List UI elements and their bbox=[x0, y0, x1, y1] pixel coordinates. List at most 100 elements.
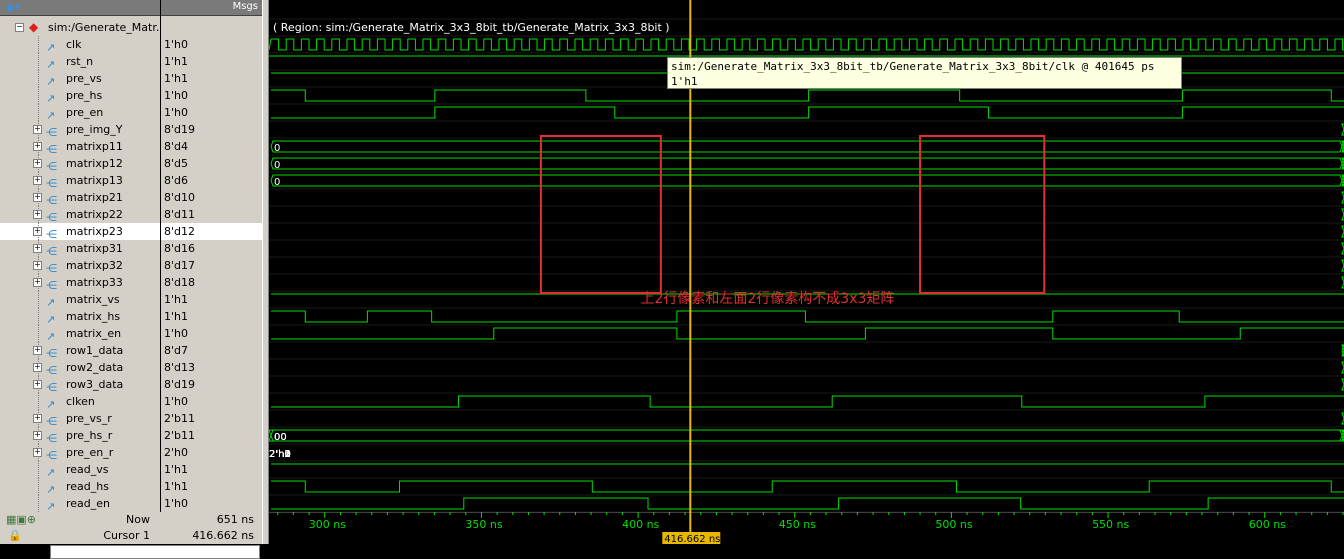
values-header: Msgs bbox=[161, 0, 262, 16]
root-instance-name: sim:/Generate_Matr... bbox=[48, 21, 167, 34]
signal-row-matrixp13[interactable]: + ⋲ matrixp13 bbox=[0, 172, 160, 190]
signal-row-row1_data[interactable]: + ⋲ row1_data bbox=[0, 342, 160, 360]
signal-row-rst_n[interactable]: ↗ rst_n bbox=[0, 53, 160, 71]
lock-icon[interactable]: 🔒 bbox=[8, 528, 22, 544]
signal-row-matrix_en[interactable]: ↗ matrix_en bbox=[0, 325, 160, 343]
signal-row-read_en[interactable]: ↗ read_en bbox=[0, 495, 160, 513]
tooltip-line2: 1'h1 bbox=[671, 75, 698, 88]
signal-value: 2'h0 bbox=[164, 446, 188, 459]
expand-icon[interactable]: + bbox=[33, 448, 42, 457]
signal-row-clken[interactable]: ↗ clken bbox=[0, 393, 160, 411]
signal-value-row: 1'h1 bbox=[161, 291, 262, 308]
signal-name: row1_data bbox=[66, 344, 124, 357]
signal-row-matrixp21[interactable]: + ⋲ matrixp21 bbox=[0, 189, 160, 207]
signal-row-matrixp32[interactable]: + ⋲ matrixp32 bbox=[0, 257, 160, 275]
expand-icon[interactable]: + bbox=[33, 414, 42, 423]
signal-name: matrix_hs bbox=[66, 310, 121, 323]
tree-line bbox=[38, 478, 40, 495]
signal-name: pre_vs bbox=[66, 72, 102, 85]
root-instance-row[interactable]: − ◆ sim:/Generate_Matr... bbox=[0, 19, 166, 36]
signal-value-row: 1'h0 bbox=[161, 495, 262, 512]
signal-value-row: 8'd7 bbox=[161, 342, 262, 359]
signal-value-row: 1'h1 bbox=[161, 478, 262, 495]
signal-name: pre_img_Y bbox=[66, 123, 123, 136]
signal-name: matrixp11 bbox=[66, 140, 123, 153]
signal-value: 2'b11 bbox=[164, 429, 196, 442]
collapse-icon[interactable]: − bbox=[15, 23, 24, 32]
signal-row-row2_data[interactable]: + ⋲ row2_data bbox=[0, 359, 160, 377]
signal-row-matrixp11[interactable]: + ⋲ matrixp11 bbox=[0, 138, 160, 156]
expand-icon[interactable]: + bbox=[33, 278, 42, 287]
signal-name: matrix_en bbox=[66, 327, 122, 340]
expand-icon[interactable]: + bbox=[33, 244, 42, 253]
signal-row-pre_vs[interactable]: ↗ pre_vs bbox=[0, 70, 160, 88]
signal-names-pane: ◆▾ − ◆ sim:/Generate_Matr... ↗ clk ↗ rst_n ↗ pre… bbox=[0, 0, 166, 513]
expand-icon[interactable]: + bbox=[33, 176, 42, 185]
wave-toolbar-icon[interactable]: ◆▾ bbox=[6, 1, 20, 14]
pane-splitter[interactable] bbox=[262, 0, 269, 544]
expand-icon[interactable]: + bbox=[33, 363, 42, 372]
tree-line bbox=[38, 291, 40, 308]
wave-read_hs bbox=[271, 480, 1344, 493]
signal-row-pre_hs_r[interactable]: + ⋲ pre_hs_r bbox=[0, 427, 160, 445]
signal-value-row: 2'b11 bbox=[161, 427, 262, 444]
signal-name: clk bbox=[66, 38, 82, 51]
signal-row-pre_hs[interactable]: ↗ pre_hs bbox=[0, 87, 160, 105]
expand-icon[interactable]: + bbox=[33, 380, 42, 389]
signal-row-matrix_vs[interactable]: ↗ matrix_vs bbox=[0, 291, 160, 309]
time-tick-label: 600 ns bbox=[1249, 518, 1286, 531]
expand-icon[interactable]: + bbox=[33, 159, 42, 168]
signal-value: 1'h1 bbox=[164, 310, 188, 323]
signal-row-pre_en_r[interactable]: + ⋲ pre_en_r bbox=[0, 444, 160, 462]
signal-value: 8'd4 bbox=[164, 140, 189, 153]
region-label: ( Region: sim:/Generate_Matrix_3x3_8bit_… bbox=[273, 21, 670, 34]
signal-value-row: 1'h1 bbox=[161, 461, 262, 478]
signal-row-pre_vs_r[interactable]: + ⋲ pre_vs_r bbox=[0, 410, 160, 428]
signal-value: 8'd16 bbox=[164, 242, 196, 255]
signal-row-matrixp33[interactable]: + ⋲ matrixp33 bbox=[0, 274, 160, 292]
tree-line bbox=[38, 53, 40, 70]
now-row: ▦▣⊕ Now 651 ns bbox=[0, 512, 262, 528]
signal-value: 2'b11 bbox=[164, 412, 196, 425]
signal-row-matrixp31[interactable]: + ⋲ matrixp31 bbox=[0, 240, 160, 258]
signal-name: read_vs bbox=[66, 463, 109, 476]
time-ruler[interactable]: 300 ns 350 ns 400 ns 450 ns 500 ns 550 ns 600 … bbox=[269, 512, 1344, 544]
signal-row-pre_img_Y[interactable]: + ⋲ pre_img_Y bbox=[0, 121, 160, 139]
signal-value: 1'h1 bbox=[164, 55, 188, 68]
annotation-text: 上2行像素和左面2行像素构不成3x3矩阵 bbox=[640, 291, 894, 307]
signal-value: 1'h0 bbox=[164, 106, 188, 119]
signal-value: 1'h0 bbox=[164, 38, 188, 51]
expand-icon[interactable]: + bbox=[33, 193, 42, 202]
signal-value: 1'h0 bbox=[164, 395, 188, 408]
signal-value: 8'd6 bbox=[164, 174, 189, 187]
time-tick-label: 450 ns bbox=[779, 518, 816, 531]
signal-value: 1'h0 bbox=[164, 327, 188, 340]
signal-row-matrixp12[interactable]: + ⋲ matrixp12 bbox=[0, 155, 160, 173]
expand-icon[interactable]: + bbox=[33, 431, 42, 440]
signal-name: matrixp13 bbox=[66, 174, 123, 187]
cursor-field[interactable] bbox=[50, 545, 260, 559]
signal-row-pre_en[interactable]: ↗ pre_en bbox=[0, 104, 160, 122]
signal-name: pre_en_r bbox=[66, 446, 114, 459]
signal-row-read_vs[interactable]: ↗ read_vs bbox=[0, 461, 160, 479]
signal-row-clk[interactable]: ↗ clk bbox=[0, 36, 160, 54]
tree-line bbox=[38, 495, 40, 512]
expand-icon[interactable]: + bbox=[33, 261, 42, 270]
expand-icon[interactable]: + bbox=[33, 227, 42, 236]
signal-value-row: 1'h0 bbox=[161, 393, 262, 410]
wave-clk bbox=[268, 38, 1344, 51]
signal-row-matrixp22[interactable]: + ⋲ matrixp22 bbox=[0, 206, 160, 224]
signal-row-matrixp23[interactable]: + ⋲ matrixp23 bbox=[0, 223, 160, 241]
signal-value: 8'd19 bbox=[164, 123, 196, 136]
cursor-flag-label: 416.662 ns bbox=[664, 534, 720, 544]
signal-row-matrix_hs[interactable]: ↗ matrix_hs bbox=[0, 308, 160, 326]
expand-icon[interactable]: + bbox=[33, 125, 42, 134]
footer-tool-icons[interactable]: ▦▣⊕ bbox=[6, 512, 36, 528]
signal-name: pre_en bbox=[66, 106, 104, 119]
signal-row-read_hs[interactable]: ↗ read_hs bbox=[0, 478, 160, 496]
bus-value-label: 2'h3 bbox=[269, 449, 291, 460]
signal-row-row3_data[interactable]: + ⋲ row3_data bbox=[0, 376, 160, 394]
expand-icon[interactable]: + bbox=[33, 346, 42, 355]
expand-icon[interactable]: + bbox=[33, 210, 42, 219]
expand-icon[interactable]: + bbox=[33, 142, 42, 151]
